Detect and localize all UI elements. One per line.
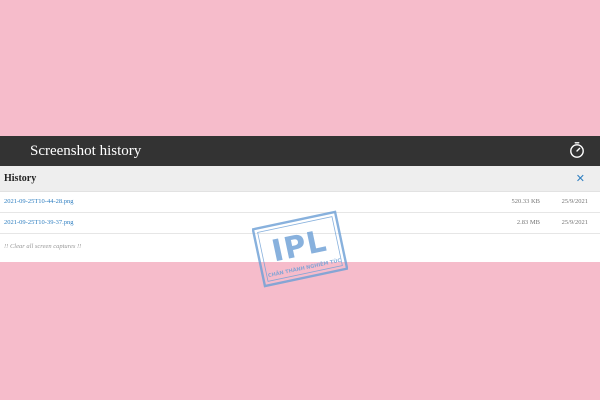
history-file-link[interactable]: 2021-09-25T10-39-37.png	[4, 219, 74, 226]
timer-icon[interactable]	[568, 141, 586, 159]
app-title: Screenshot history	[30, 143, 142, 159]
clear-all-captures-link[interactable]: !! Clear all screen captures !!	[4, 243, 81, 250]
history-panel: History ✕ 2021-09-25T10-44-28.png 520.33…	[0, 166, 600, 262]
history-file-size: 520.33 KB	[511, 198, 540, 205]
app-header: Screenshot history	[0, 136, 600, 166]
history-row: 2021-09-25T10-39-37.png 2.83 MB 25/9/202…	[0, 213, 600, 234]
history-row: 2021-09-25T10-44-28.png 520.33 KB 25/9/2…	[0, 192, 600, 213]
history-file-date: 25/9/2021	[561, 198, 588, 205]
history-heading: History	[4, 173, 37, 184]
watermark-tagline-left: CHÂN THÀNH	[267, 264, 305, 279]
history-panel-header: History ✕	[0, 166, 600, 192]
history-file-date: 25/9/2021	[561, 219, 588, 226]
history-file-size: 2.83 MB	[516, 219, 540, 226]
close-icon[interactable]: ✕	[576, 172, 585, 186]
history-file-link[interactable]: 2021-09-25T10-44-28.png	[4, 198, 74, 205]
